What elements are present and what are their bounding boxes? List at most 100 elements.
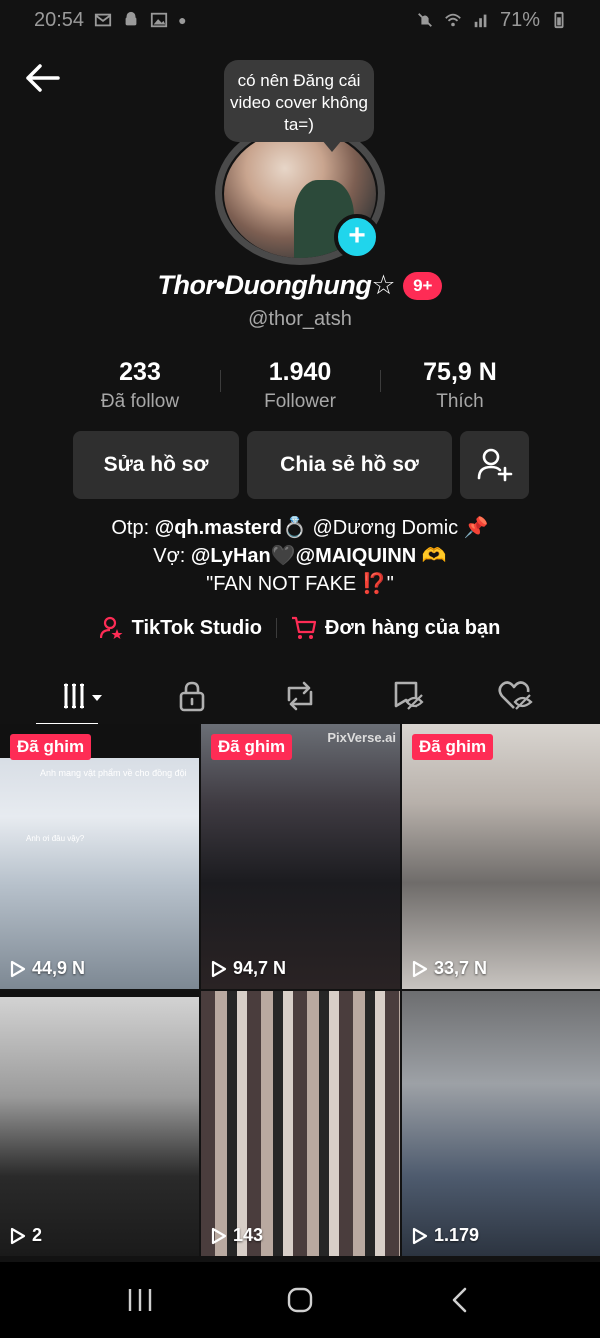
pinned-badge: Đã ghim	[412, 734, 494, 760]
tab-favorites[interactable]	[376, 670, 440, 722]
bio-line-3: "FAN NOT FAKE ⁉️"	[206, 573, 394, 595]
view-count: 44,9 N	[10, 958, 85, 979]
add-story-button[interactable]: +	[334, 214, 380, 260]
view-count-value: 143	[233, 1225, 264, 1245]
play-icon	[211, 1227, 227, 1244]
bio-text: @Dương Domic	[306, 517, 464, 539]
chevron-left-icon	[452, 1287, 467, 1313]
pinned-badge: Đã ghim	[10, 734, 92, 760]
note-bubble[interactable]: có nên Đăng cái video cover không ta=)	[224, 60, 374, 152]
gallery-icon	[150, 12, 168, 28]
video-thumbnail[interactable]: 2	[0, 991, 199, 1256]
video-grid: Anh mang vật phẩm về cho đồng đội Anh ơi…	[0, 724, 600, 1256]
bio-line-1: Otp: @qh.masterd💍 @Dương Domic 📌	[0, 514, 600, 542]
stat-followers[interactable]: 1.940 Follower	[220, 358, 380, 413]
cart-icon	[292, 616, 317, 639]
content-tabs	[0, 668, 600, 726]
share-profile-button[interactable]: Chia sẻ hồ sơ	[247, 431, 452, 499]
view-count: 94,7 N	[211, 958, 286, 979]
back-button[interactable]	[22, 58, 62, 98]
watermark-text: PixVerse.ai	[327, 730, 396, 745]
tab-private[interactable]	[160, 670, 224, 722]
play-icon	[412, 960, 428, 977]
thumbnail-stripe	[0, 991, 199, 997]
stat-value: 1.940	[268, 358, 332, 386]
stat-value: 75,9 N	[423, 358, 497, 386]
mute-icon	[418, 13, 432, 27]
bio-line-2: Vợ: @LyHan🖤@MAIQUINN 🫶	[0, 542, 600, 570]
bio-mention[interactable]: @MAIQUINN	[296, 545, 417, 567]
stat-label: Follower	[264, 391, 336, 412]
video-thumbnail[interactable]: PixVerse.ai Đã ghim 94,7 N	[201, 724, 400, 989]
video-thumbnail[interactable]: 1.179	[402, 991, 600, 1256]
plus-icon: +	[348, 219, 366, 252]
profile-links: TikTok Studio Đơn hàng của bạn	[0, 616, 600, 640]
stat-likes[interactable]: 75,9 N Thích	[380, 358, 540, 413]
video-caption: Anh ơi đâu vậy?	[26, 834, 85, 843]
wifi-icon	[445, 13, 461, 27]
stat-label: Thích	[436, 391, 484, 412]
add-friend-button[interactable]	[460, 431, 529, 499]
tab-liked[interactable]	[484, 670, 548, 722]
stats-row: 233 Đã follow 1.940 Follower 75,9 N Thíc…	[60, 358, 540, 413]
dot-icon: ●	[178, 12, 187, 28]
video-thumbnail[interactable]: Đã ghim 33,7 N	[402, 724, 600, 989]
display-name: Thor•Duonghung☆	[157, 270, 396, 300]
bio-text: Otp:	[111, 517, 155, 539]
recent-apps-icon	[128, 1289, 152, 1311]
ring-emoji: 💍	[282, 517, 307, 539]
system-back-button[interactable]	[430, 1270, 490, 1330]
edit-profile-button[interactable]: Sửa hồ sơ	[73, 431, 239, 499]
status-time: 20:54	[34, 8, 85, 31]
play-icon	[211, 960, 227, 977]
video-caption: Anh mang vật phẩm về cho đồng đội	[40, 768, 187, 778]
stat-value: 233	[119, 358, 161, 386]
pin-emoji: 📌	[463, 517, 489, 539]
username: @thor_atsh	[248, 308, 352, 330]
lock-icon	[179, 681, 205, 712]
android-icon	[125, 11, 137, 26]
battery-text: 71%	[499, 8, 540, 31]
bio-mention[interactable]: @qh.masterd	[155, 517, 282, 539]
battery-icon	[554, 11, 564, 29]
view-count: 33,7 N	[412, 958, 487, 979]
status-bar: 20:54 ● 71%	[0, 0, 600, 40]
video-thumbnail[interactable]: 143	[201, 991, 400, 1256]
stat-label: Đã follow	[100, 391, 180, 412]
bio-mention[interactable]: @LyHan	[191, 545, 271, 567]
bio: Otp: @qh.masterd💍 @Dương Domic 📌 Vợ: @Ly…	[0, 514, 600, 598]
stat-following[interactable]: 233 Đã follow	[60, 358, 220, 413]
view-count-value: 94,7 N	[233, 958, 287, 978]
video-thumbnail[interactable]: Anh mang vật phẩm về cho đồng đội Anh ơi…	[0, 724, 199, 989]
home-icon	[287, 1287, 313, 1313]
studio-user-icon	[99, 616, 123, 639]
heart-hidden-icon	[498, 681, 533, 710]
back-arrow-icon	[26, 64, 60, 92]
orders-label: Đơn hàng của bạn	[325, 616, 501, 639]
notification-badge[interactable]: 9+	[403, 271, 443, 300]
studio-label: TikTok Studio	[131, 616, 263, 639]
tab-videos[interactable]	[36, 670, 116, 726]
view-count-value: 33,7 N	[434, 958, 488, 978]
repost-icon	[287, 681, 313, 711]
orders-link[interactable]: Đơn hàng của bạn	[291, 616, 500, 640]
play-icon	[10, 1227, 26, 1244]
view-count: 143	[211, 1225, 263, 1246]
view-count: 1.179	[412, 1225, 479, 1246]
action-buttons: Sửa hồ sơ Chia sẻ hồ sơ	[73, 431, 529, 499]
tab-reposts[interactable]	[268, 670, 332, 722]
view-count: 2	[10, 1225, 42, 1246]
hands-emoji: 🫶	[421, 545, 447, 567]
recent-apps-button[interactable]	[110, 1270, 170, 1330]
system-nav-bar	[0, 1262, 600, 1338]
view-count-value: 2	[32, 1225, 43, 1245]
name-row: Thor•Duonghung☆ 9+	[0, 270, 600, 301]
view-count-value: 44,9 N	[32, 958, 86, 978]
mail-icon	[94, 13, 112, 27]
signal-icon	[474, 14, 487, 28]
pinned-badge: Đã ghim	[211, 734, 293, 760]
home-button[interactable]	[270, 1270, 330, 1330]
note-text: có nên Đăng cái video cover không ta=)	[230, 71, 368, 134]
add-user-icon	[477, 448, 512, 482]
tiktok-studio-link[interactable]: TikTok Studio	[99, 616, 263, 640]
